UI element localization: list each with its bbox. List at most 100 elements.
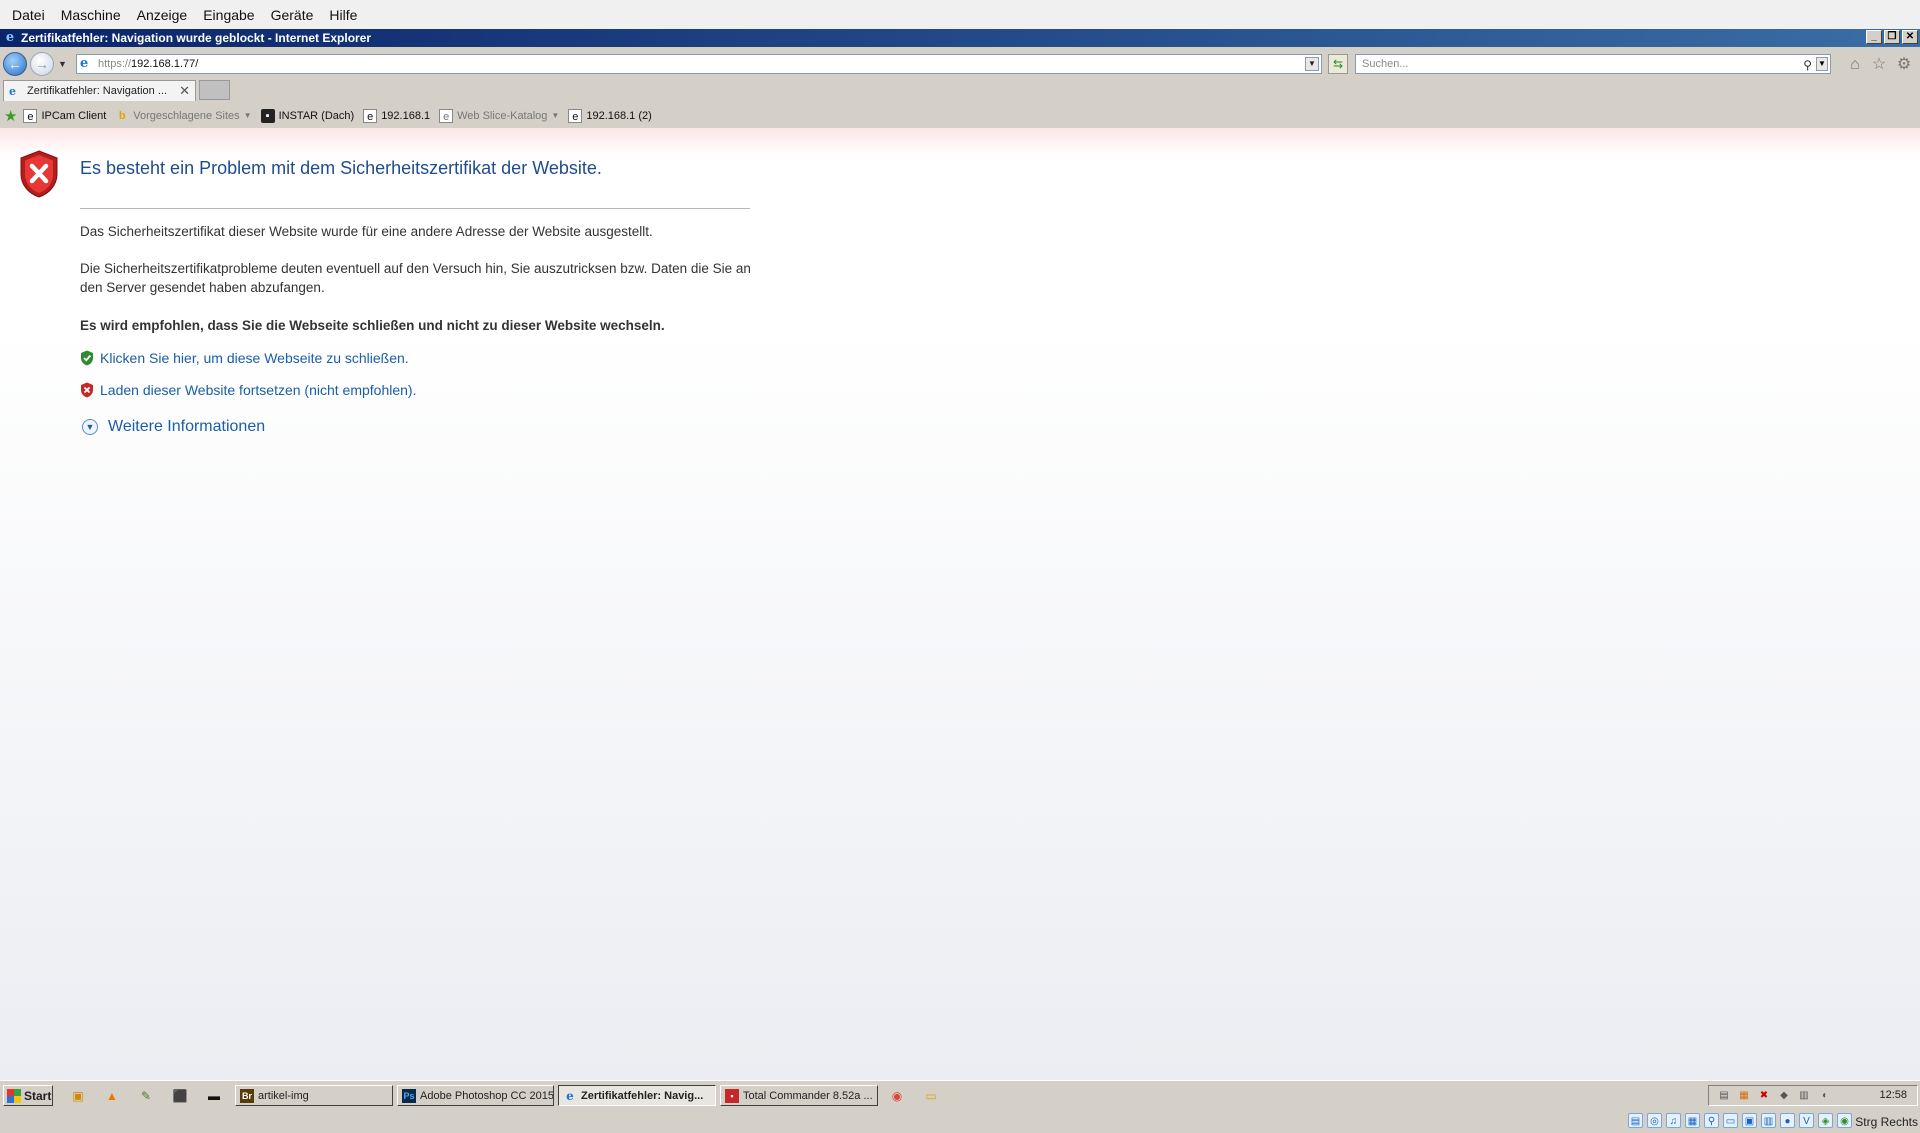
favorites-add-icon[interactable]: ★ xyxy=(4,107,17,125)
optical-drive-icon[interactable]: ◎ xyxy=(1647,1113,1662,1128)
tab-bar: e Zertifikatfehler: Navigation ... ✕ xyxy=(0,77,1920,103)
more-information-expander[interactable]: ▼ Weitere Informationen xyxy=(82,418,265,436)
shared-folders-icon[interactable]: ▭ xyxy=(1723,1113,1738,1128)
refresh-button[interactable]: ⇆ xyxy=(1328,54,1348,74)
fav-192-168-1[interactable]: e 192.168.1 xyxy=(363,108,431,123)
security-alert-icon[interactable]: ✖ xyxy=(1757,1089,1771,1103)
fav-ipcam-client[interactable]: e IPCam Client xyxy=(23,108,107,123)
security-warning-message: Die Sicherheitszertifikatprobleme deuten… xyxy=(80,261,751,295)
ie-tab-icon: e xyxy=(9,84,16,98)
start-label: Start xyxy=(24,1088,52,1103)
search-input[interactable]: Suchen... ⚲ ▼ xyxy=(1355,54,1831,74)
recommendation-text: Es wird empfohlen, dass Sie die Webseite… xyxy=(80,318,665,333)
fav-label: Vorgeschlagene Sites xyxy=(133,109,240,122)
tray-shield-icon[interactable]: ◆ xyxy=(1777,1089,1791,1103)
red-shield-x-icon xyxy=(81,382,93,398)
gear-icon[interactable]: ⚙ xyxy=(1895,56,1913,74)
windows-logo-icon xyxy=(7,1088,21,1103)
task-photoshop[interactable]: Ps Adobe Photoshop CC 2015 xyxy=(397,1085,554,1106)
fav-suggested-sites[interactable]: b Vorgeschlagene Sites ▼ xyxy=(115,109,252,123)
recent-pages-dropdown-icon[interactable]: ▼ xyxy=(58,59,68,69)
tab-label: Zertifikatfehler: Navigation ... xyxy=(27,85,168,97)
guest-additions-icon[interactable]: ◈ xyxy=(1818,1113,1833,1128)
volume-icon[interactable]: ◖ xyxy=(1817,1089,1831,1103)
new-tab-button[interactable] xyxy=(199,80,230,100)
continue-to-website-link[interactable]: Laden dieser Website fortsetzen (nicht e… xyxy=(80,382,416,398)
close-tab-icon[interactable]: ✕ xyxy=(179,83,190,99)
task-internet-explorer[interactable]: e Zertifikatfehler: Navig... xyxy=(558,1085,716,1106)
notepad-icon[interactable]: ✎ xyxy=(137,1087,155,1105)
menu-datei[interactable]: Datei xyxy=(4,7,53,23)
start-button[interactable]: Start xyxy=(3,1085,53,1106)
restore-button[interactable]: ❐ xyxy=(1884,30,1900,44)
close-page-link[interactable]: Klicken Sie hier, um diese Webseite zu s… xyxy=(80,350,409,366)
search-icon[interactable]: ⚲ xyxy=(1803,56,1812,74)
window-title-bar[interactable]: e Zertifikatfehler: Navigation wurde geb… xyxy=(0,29,1920,47)
close-page-link-label[interactable]: Klicken Sie hier, um diese Webseite zu s… xyxy=(100,350,409,366)
menu-eingabe[interactable]: Eingabe xyxy=(195,7,262,23)
task-total-commander[interactable]: ▪ Total Commander 8.52a ... xyxy=(720,1085,878,1106)
page-icon: e xyxy=(363,108,378,123)
vm-menu-bar: Datei Maschine Anzeige Eingabe Geräte Hi… xyxy=(0,0,1920,29)
host-key-label: Strg Rechts xyxy=(1855,1115,1918,1129)
system-tray: ▤ ▦ ✖ ◆ ▥ ◖ 12:58 xyxy=(1708,1085,1918,1106)
fav-instar-dach[interactable]: ▪ INSTAR (Dach) xyxy=(260,108,355,123)
cmd-icon[interactable]: ▬ xyxy=(205,1087,223,1105)
media-player-icon[interactable]: ▣ xyxy=(69,1087,87,1105)
display-icon[interactable]: ▣ xyxy=(1742,1113,1757,1128)
menu-maschine[interactable]: Maschine xyxy=(53,7,129,23)
fav-192-168-1-2[interactable]: e 192.168.1 (2) xyxy=(568,108,652,123)
mouse-integration-icon[interactable]: ◉ xyxy=(1837,1113,1852,1128)
vm-status-bar: ▤ ◎ ♫ ▦ ⚲ ▭ ▣ ▥ ● V ◈ ◉ Strg Rechts xyxy=(0,1112,1920,1132)
back-button[interactable]: ← xyxy=(3,52,27,76)
fav-label: INSTAR (Dach) xyxy=(278,109,355,122)
tab-certificate-error[interactable]: e Zertifikatfehler: Navigation ... ✕ xyxy=(3,80,196,101)
divider xyxy=(80,208,750,209)
fav-label: 192.168.1 (2) xyxy=(586,109,652,122)
usb-icon[interactable]: ⚲ xyxy=(1704,1113,1719,1128)
network-adapter-icon[interactable]: ▦ xyxy=(1685,1113,1700,1128)
menu-geraete[interactable]: Geräte xyxy=(263,7,322,23)
tray-device-icon[interactable]: ▥ xyxy=(1797,1089,1811,1103)
close-window-button[interactable]: ✕ xyxy=(1902,30,1918,44)
chrome-icon[interactable]: ◉ xyxy=(888,1087,906,1105)
favorites-star-icon[interactable]: ☆ xyxy=(1870,56,1888,74)
page-icon: e xyxy=(568,108,583,123)
vlc-icon[interactable]: ▲ xyxy=(103,1087,121,1105)
folder-icon[interactable]: ▭ xyxy=(922,1087,940,1105)
clipboard-icon[interactable]: ▥ xyxy=(1761,1113,1776,1128)
fav-label: IPCam Client xyxy=(41,109,107,122)
vt-x-icon[interactable]: V xyxy=(1799,1113,1814,1128)
home-icon[interactable]: ⌂ xyxy=(1846,56,1864,74)
search-dropdown-icon[interactable]: ▼ xyxy=(1816,57,1828,71)
continue-link-label[interactable]: Laden dieser Website fortsetzen (nicht e… xyxy=(100,382,416,398)
chevron-down-icon: ▼ xyxy=(243,111,252,120)
bing-icon: b xyxy=(118,109,126,122)
task-artikel-img[interactable]: Br artikel-img xyxy=(235,1085,393,1106)
hard-disk-icon[interactable]: ▤ xyxy=(1628,1113,1643,1128)
acrobat-icon[interactable]: ⬛ xyxy=(171,1087,189,1105)
menu-hilfe[interactable]: Hilfe xyxy=(321,7,365,23)
address-bar[interactable]: e https://192.168.1.77/ ▼ xyxy=(76,54,1322,74)
network-icon[interactable]: ▦ xyxy=(1737,1089,1751,1103)
recording-icon[interactable]: ● xyxy=(1780,1113,1795,1128)
ie-icon: e xyxy=(566,1088,574,1103)
chevron-down-icon[interactable]: ▼ xyxy=(82,419,98,435)
clock[interactable]: 12:58 xyxy=(1879,1089,1907,1101)
address-dropdown-icon[interactable]: ▼ xyxy=(1305,57,1319,71)
forward-button[interactable]: → xyxy=(30,52,54,76)
chevron-down-icon: ▼ xyxy=(551,111,560,120)
menu-anzeige[interactable]: Anzeige xyxy=(129,7,196,23)
audio-icon[interactable]: ♫ xyxy=(1666,1113,1681,1128)
page-content: Es besteht ein Problem mit dem Sicherhei… xyxy=(0,128,1920,1080)
fav-web-slice-catalog[interactable]: e Web Slice-Katalog ▼ xyxy=(439,108,560,123)
fav-label: 192.168.1 xyxy=(381,109,431,122)
url-protocol: https:// xyxy=(98,58,132,70)
more-information-label[interactable]: Weitere Informationen xyxy=(108,418,265,436)
minimize-button[interactable]: _ xyxy=(1866,30,1882,44)
task-label: artikel-img xyxy=(258,1089,309,1102)
tray-app-icon[interactable]: ▤ xyxy=(1717,1089,1731,1103)
task-label: Zertifikatfehler: Navig... xyxy=(581,1089,704,1102)
vm-status-icons: ▤ ◎ ♫ ▦ ⚲ ▭ ▣ ▥ ● V ◈ ◉ xyxy=(1628,1113,1852,1128)
ie-icon: e xyxy=(5,30,15,45)
